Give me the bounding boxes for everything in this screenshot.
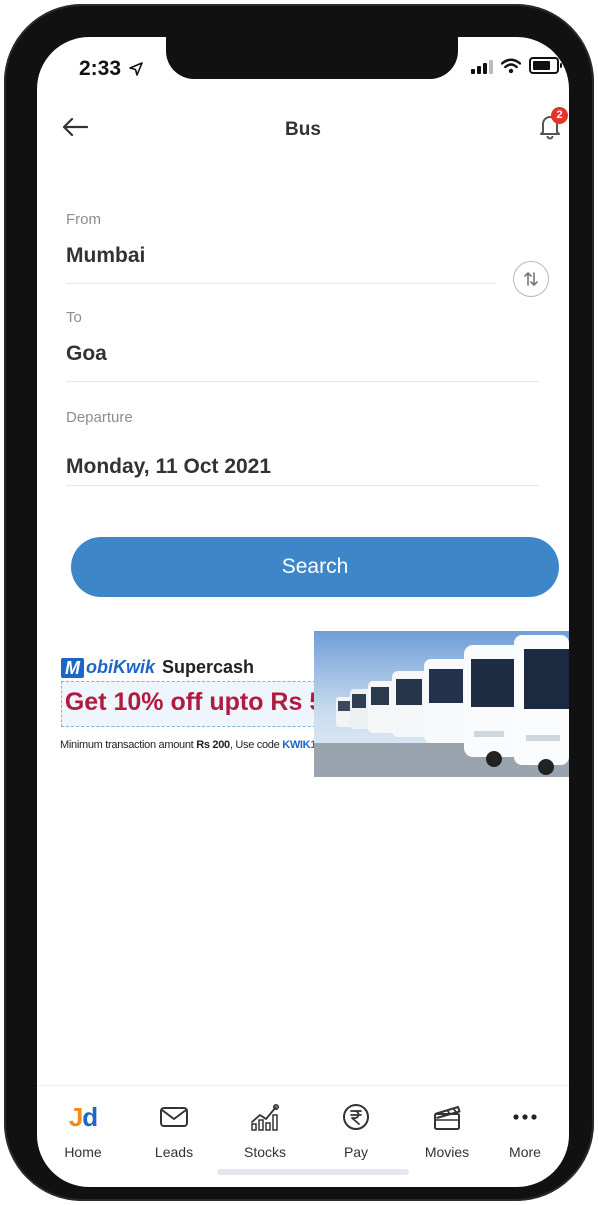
tab-pay[interactable]: Pay	[312, 1086, 400, 1166]
screen: 2:33 Bus 2 From Mumbai To Goa Departure …	[37, 37, 569, 1187]
tab-label-pay: Pay	[343, 1144, 369, 1160]
from-divider	[66, 283, 496, 284]
tab-label-leads: Leads	[154, 1144, 194, 1160]
offer-box: Get 10% off upto Rs 50	[61, 681, 341, 727]
tab-more[interactable]: More	[481, 1086, 569, 1166]
tab-leads[interactable]: Leads	[130, 1086, 218, 1166]
from-field[interactable]: Mumbai	[66, 244, 145, 268]
tab-label-home: Home	[64, 1144, 102, 1160]
to-label: To	[66, 309, 82, 326]
supercash-label: Supercash	[162, 657, 255, 677]
swap-cities-button[interactable]	[513, 261, 549, 297]
header: Bus 2	[37, 105, 569, 153]
stocks-chart-icon	[251, 1103, 279, 1131]
tab-stocks[interactable]: Stocks	[221, 1086, 309, 1166]
mobikwik-logo-mark: M	[61, 657, 84, 678]
offer-text: Get 10% off upto Rs 50	[64, 688, 338, 716]
notification-badge: 2	[551, 107, 568, 124]
jd-logo-icon: Jd	[39, 1102, 127, 1132]
jd-logo-j: J	[68, 1101, 84, 1132]
departure-label: Departure	[66, 409, 133, 426]
status-time: 2:33	[79, 57, 143, 81]
buses-image	[314, 631, 569, 777]
tab-label-movies: Movies	[424, 1144, 470, 1160]
from-label: From	[66, 211, 101, 228]
swap-arrows-icon	[524, 272, 538, 286]
terms-prefix: Minimum transaction amount	[60, 739, 197, 751]
tab-home[interactable]: Jd Home	[39, 1086, 127, 1166]
notch	[166, 37, 458, 79]
bottom-tab-bar: Jd Home Leads Stocks Pay Movies More	[37, 1085, 569, 1166]
promo-banner[interactable]: MobiKwik Supercash Get 10% off upto Rs 50…	[37, 631, 569, 777]
offer-terms: Minimum transaction amount Rs 200, Use c…	[60, 739, 325, 751]
more-dots-icon	[513, 1114, 537, 1120]
envelope-icon	[160, 1107, 188, 1127]
terms-amount: Rs 200	[196, 739, 230, 751]
mobikwik-logo-name: obiKwik	[86, 657, 156, 677]
to-divider	[66, 381, 539, 382]
page-title: Bus	[285, 119, 321, 140]
tab-movies[interactable]: Movies	[403, 1086, 491, 1166]
home-indicator	[217, 1169, 409, 1175]
phone-frame: 2:33 Bus 2 From Mumbai To Goa Departure …	[4, 4, 594, 1201]
tab-label-more: More	[509, 1144, 541, 1160]
status-icons	[471, 57, 562, 74]
departure-divider	[66, 485, 539, 486]
terms-mid: , Use code	[229, 739, 283, 751]
jd-logo-d: d	[82, 1101, 98, 1132]
location-arrow-icon	[129, 62, 143, 77]
battery-icon	[529, 57, 562, 74]
cellular-signal-icon	[471, 58, 493, 74]
mobikwik-logo: MobiKwik Supercash	[61, 657, 254, 678]
clapperboard-icon	[434, 1106, 461, 1130]
wifi-icon	[501, 58, 521, 73]
tab-label-stocks: Stocks	[243, 1144, 286, 1160]
rupee-icon	[343, 1104, 369, 1130]
to-field[interactable]: Goa	[66, 342, 107, 366]
search-button[interactable]: Search	[71, 537, 559, 597]
departure-field[interactable]: Monday, 11 Oct 2021	[66, 455, 271, 479]
